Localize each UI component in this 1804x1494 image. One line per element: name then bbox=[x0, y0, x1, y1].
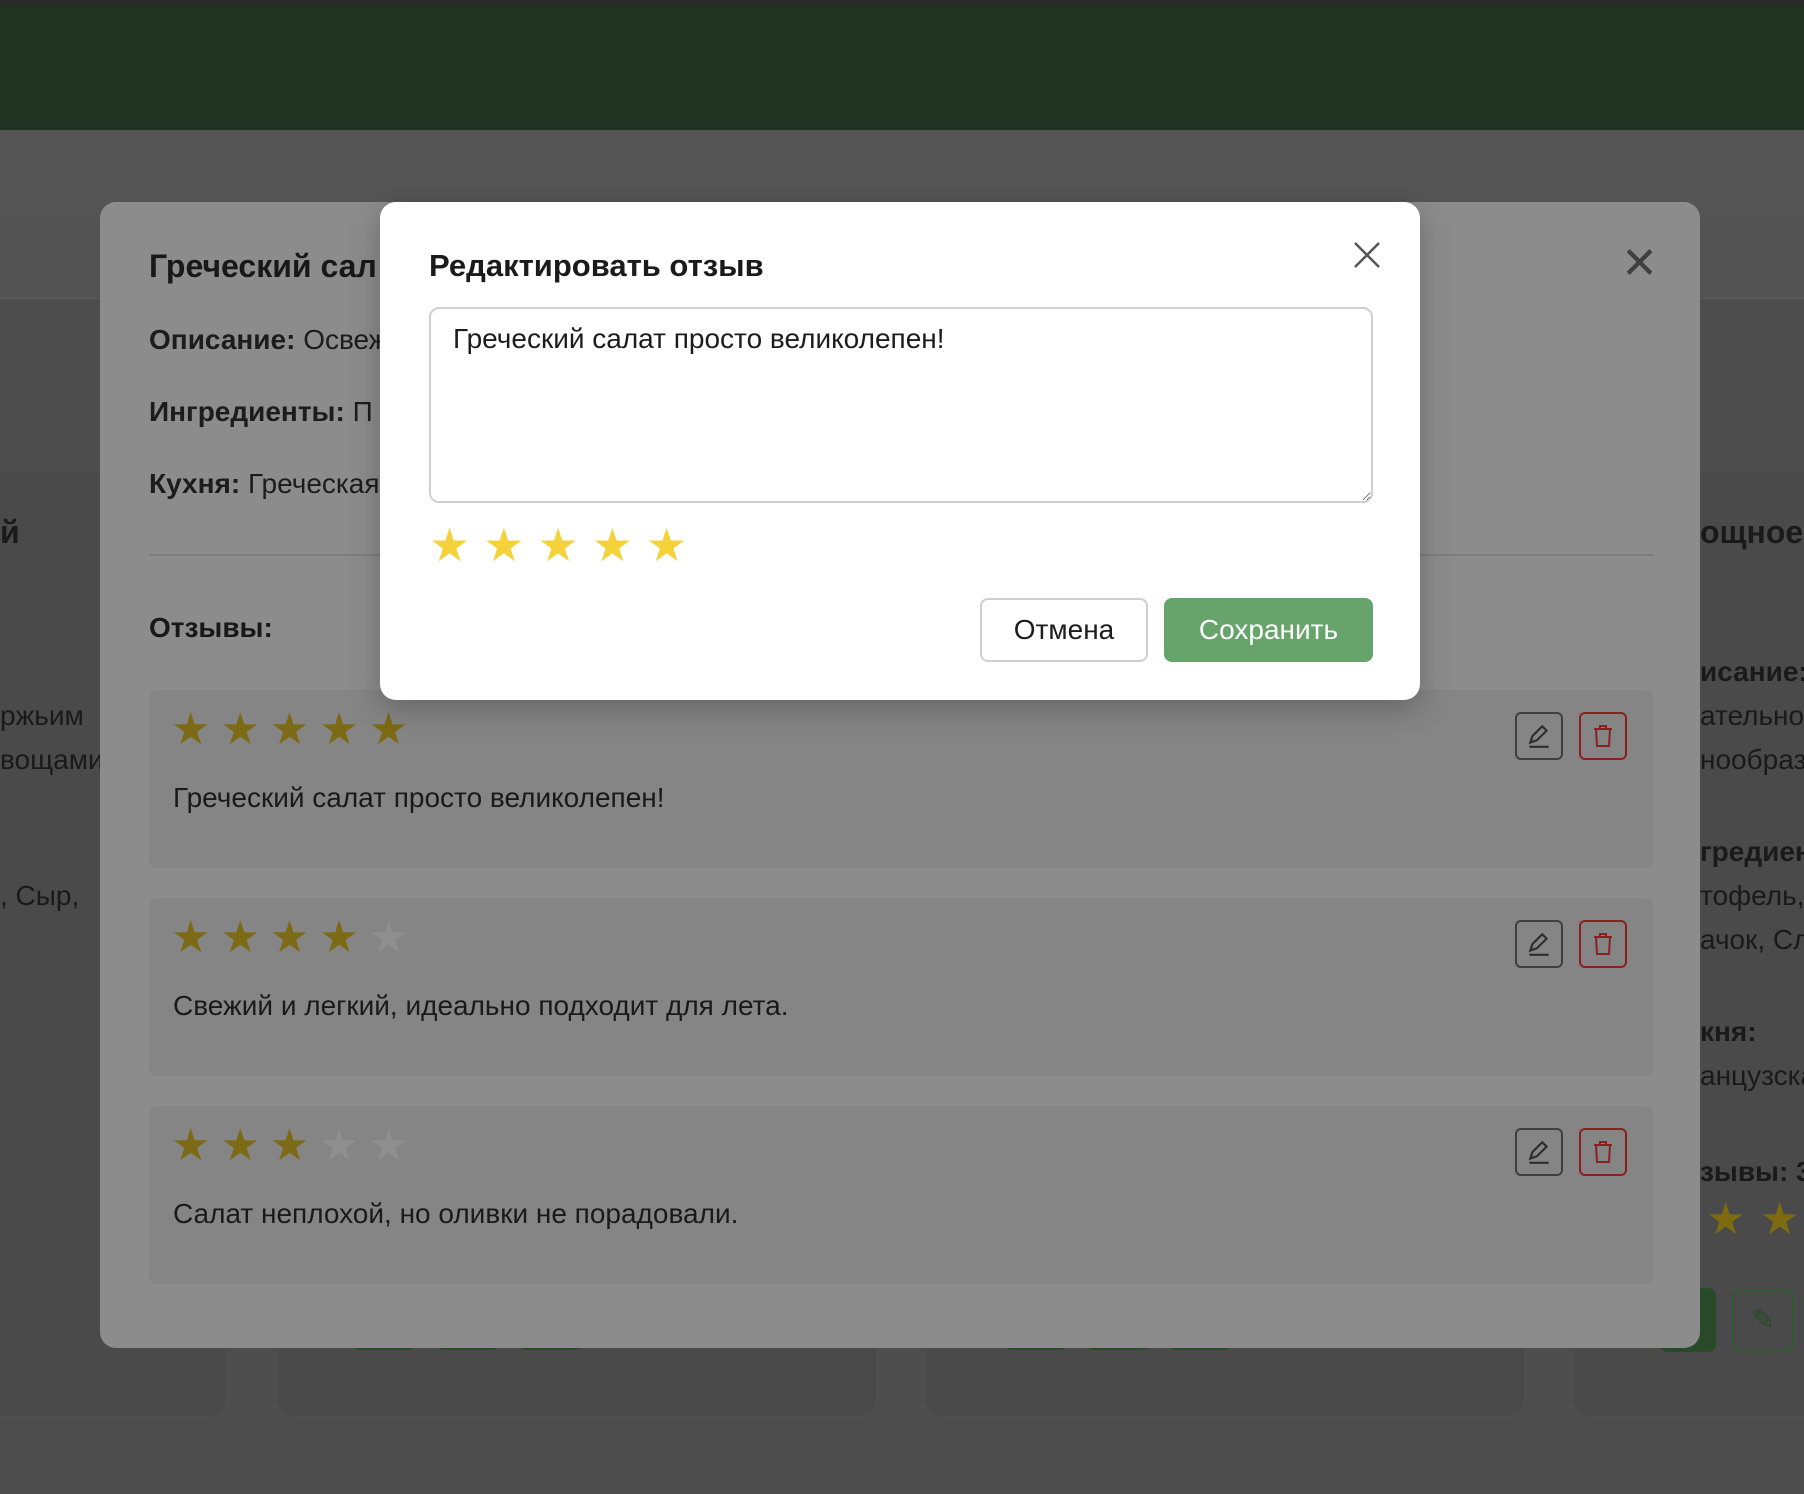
background-card-text: тофель, bbox=[1700, 880, 1804, 911]
review-text: Свежий и легкий, идеально подходит для л… bbox=[173, 990, 789, 1021]
review-rating: ★★★★★ bbox=[171, 1124, 418, 1168]
review-text: Салат неплохой, но оливки не порадовали. bbox=[173, 1198, 739, 1229]
background-card-text: зывы: 3 bbox=[1700, 1156, 1804, 1187]
delete-review-button[interactable] bbox=[1579, 712, 1627, 760]
star-icon[interactable]: ★ bbox=[646, 522, 687, 568]
reviews-heading: Отзывы: bbox=[149, 612, 273, 643]
background-card-text: ржьим bbox=[0, 700, 84, 731]
recipe-title: Греческий сал bbox=[149, 248, 377, 284]
background-star-icon: ★ bbox=[1760, 1195, 1800, 1244]
star-icon: ★ bbox=[319, 705, 369, 754]
background-card-text: ачок, Сл bbox=[1700, 924, 1804, 955]
background-card-title: й bbox=[0, 514, 20, 550]
background-card-text: , Сыр, bbox=[0, 880, 80, 911]
recipe-ingredients: Ингредиенты: П bbox=[149, 396, 373, 428]
star-icon: ★ bbox=[220, 705, 270, 754]
background-star-icon: ★ bbox=[1706, 1195, 1746, 1244]
review-rating: ★★★★★ bbox=[171, 916, 418, 960]
background-card-title: ощное bbox=[1700, 514, 1804, 550]
close-icon[interactable]: ✕ bbox=[1621, 242, 1658, 286]
star-icon: ★ bbox=[220, 913, 270, 962]
star-icon: ★ bbox=[368, 913, 419, 962]
cancel-button[interactable]: Отмена bbox=[980, 598, 1148, 662]
review-text-input[interactable]: Греческий салат просто великолепен! bbox=[429, 307, 1373, 503]
star-icon: ★ bbox=[368, 1121, 419, 1170]
trash-icon bbox=[1594, 933, 1612, 955]
star-icon: ★ bbox=[171, 1121, 221, 1170]
trash-icon bbox=[1594, 725, 1612, 747]
background-edit-icon: ✎ bbox=[1732, 1290, 1794, 1352]
ingredients-value: П bbox=[352, 396, 373, 427]
background-card-text: вощами bbox=[0, 744, 104, 775]
review-text: Греческий салат просто великолепен! bbox=[173, 782, 665, 813]
background-card-text: нообраз bbox=[1700, 744, 1804, 775]
background-card-text: кня: bbox=[1700, 1016, 1757, 1047]
top-navbar bbox=[0, 0, 1804, 130]
star-icon: ★ bbox=[171, 913, 221, 962]
star-icon[interactable]: ★ bbox=[592, 522, 633, 568]
star-icon: ★ bbox=[269, 913, 320, 962]
delete-review-button[interactable] bbox=[1579, 920, 1627, 968]
star-icon[interactable]: ★ bbox=[429, 522, 470, 568]
description-value: Освеж bbox=[303, 324, 388, 355]
recipe-cuisine: Кухня: Греческая bbox=[149, 468, 380, 500]
review-card: ★★★★★ Салат неплохой, но оливки не порад… bbox=[149, 1106, 1653, 1284]
pencil-icon bbox=[1528, 724, 1549, 748]
star-icon: ★ bbox=[368, 705, 419, 754]
delete-review-button[interactable] bbox=[1579, 1128, 1627, 1176]
edit-review-button[interactable] bbox=[1515, 712, 1563, 760]
edit-review-button[interactable] bbox=[1515, 1128, 1563, 1176]
close-icon[interactable] bbox=[1350, 238, 1384, 272]
star-icon: ★ bbox=[319, 1121, 369, 1170]
cuisine-value: Греческая bbox=[247, 468, 380, 499]
star-icon: ★ bbox=[220, 1121, 270, 1170]
pencil-icon bbox=[1528, 1140, 1549, 1164]
background-card-text: ательно bbox=[1700, 700, 1804, 731]
star-icon: ★ bbox=[269, 705, 320, 754]
star-icon[interactable]: ★ bbox=[538, 522, 579, 568]
trash-icon bbox=[1594, 1141, 1612, 1163]
ingredients-label: Ингредиенты: bbox=[149, 396, 345, 427]
cuisine-label: Кухня: bbox=[149, 468, 241, 499]
save-button[interactable]: Сохранить bbox=[1164, 598, 1373, 662]
star-icon: ★ bbox=[269, 1121, 320, 1170]
star-icon: ★ bbox=[171, 705, 221, 754]
description-label: Описание: bbox=[149, 324, 296, 355]
review-card: ★★★★★ Греческий салат просто великолепен… bbox=[149, 690, 1653, 868]
review-rating: ★★★★★ bbox=[171, 708, 418, 752]
star-icon[interactable]: ★ bbox=[483, 522, 524, 568]
edit-review-modal: Редактировать отзыв Греческий салат прос… bbox=[380, 202, 1420, 700]
edit-review-button[interactable] bbox=[1515, 920, 1563, 968]
review-card: ★★★★★ Свежий и легкий, идеально подходит… bbox=[149, 898, 1653, 1076]
background-card-text: исание: bbox=[1700, 656, 1804, 687]
recipe-description: Описание: Освеж bbox=[149, 324, 388, 356]
modal-title: Редактировать отзыв bbox=[429, 248, 764, 283]
rating-selector: ★ ★ ★ ★ ★ bbox=[429, 522, 687, 568]
pencil-icon bbox=[1528, 932, 1549, 956]
star-icon: ★ bbox=[319, 913, 369, 962]
background-card-text: гредиен bbox=[1700, 836, 1804, 867]
background-card-text: анцузска bbox=[1700, 1060, 1804, 1091]
